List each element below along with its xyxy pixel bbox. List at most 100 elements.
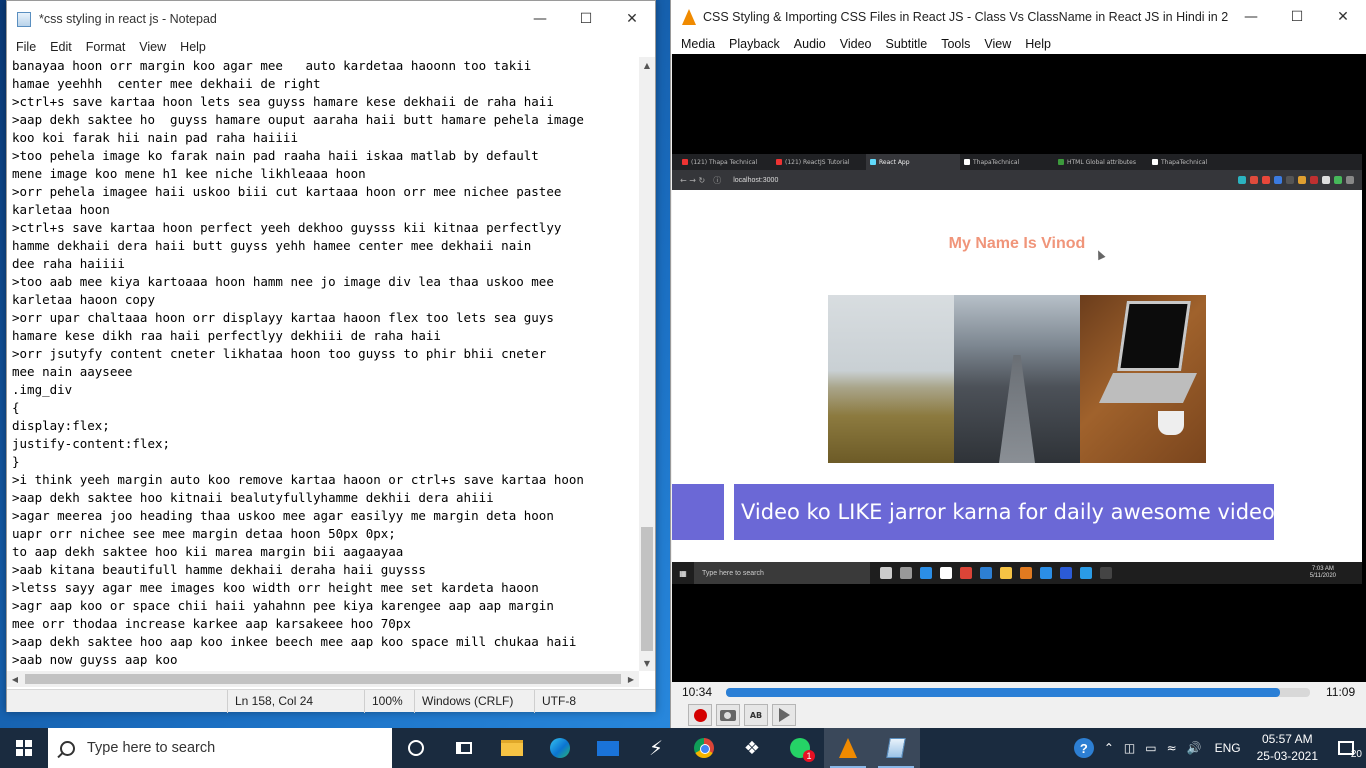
menu-view[interactable]: View <box>132 40 173 54</box>
text-line: hamme dekhaii dera haii butt guyss yehh … <box>12 238 532 253</box>
vlc-menu-tools[interactable]: Tools <box>934 37 977 51</box>
notepad-titlebar[interactable]: *css styling in react js - Notepad — ☐ ✕ <box>7 1 655 37</box>
loop-ab-button[interactable]: AB <box>744 704 768 726</box>
video-tab: HTML Global attributes <box>1054 154 1148 170</box>
text-line: >i think yeeh margin auto koo remove kar… <box>12 472 584 487</box>
text-line: >orr upar chaltaaa hoon orr displayy kar… <box>12 310 554 325</box>
chrome-icon <box>694 738 714 758</box>
laptop-image <box>1080 295 1206 463</box>
notepad-statusbar: Ln 158, Col 24 100% Windows (CRLF) UTF-8 <box>7 689 655 713</box>
windows-logo-icon <box>16 740 32 756</box>
video-surface[interactable]: (121) Thapa Technical (121) ReactJS Tuto… <box>672 54 1366 682</box>
coffee-cup <box>1158 411 1184 435</box>
snapshot-button[interactable] <box>716 704 740 726</box>
text-line: display:flex; <box>12 418 110 433</box>
video-tab: ThapaTechnical <box>1148 154 1242 170</box>
vlc-menu-audio[interactable]: Audio <box>787 37 833 51</box>
vlc-titlebar[interactable]: CSS Styling & Importing CSS Files in Rea… <box>671 0 1366 34</box>
video-tab-label: (121) Thapa Technical <box>691 158 758 166</box>
vlc-menu-help[interactable]: Help <box>1018 37 1058 51</box>
video-tab-label: HTML Global attributes <box>1067 158 1136 166</box>
taskbar-clock[interactable]: 05:57 AM 25-03-2021 <box>1249 731 1326 765</box>
status-zoom: 100% <box>364 689 414 713</box>
scroll-down-icon[interactable]: ▼ <box>639 655 655 671</box>
task-view-button[interactable] <box>440 728 488 768</box>
vlc-menu-view[interactable]: View <box>977 37 1018 51</box>
seek-bar[interactable] <box>726 687 1310 697</box>
horizontal-scrollbar[interactable]: ◀ ▶ <box>7 671 639 687</box>
edge-button[interactable] <box>536 728 584 768</box>
scroll-left-icon[interactable]: ◀ <box>7 675 23 684</box>
cortana-button[interactable] <box>392 728 440 768</box>
record-icon <box>693 708 707 722</box>
notepad-taskbar-button[interactable] <box>872 728 920 768</box>
menu-format[interactable]: Format <box>79 40 133 54</box>
meet-now-button[interactable]: ◫ <box>1119 728 1140 768</box>
network-button[interactable]: ≈ <box>1162 728 1182 768</box>
winamp-button[interactable]: ⚡ <box>632 728 680 768</box>
vlc-taskbar-button[interactable] <box>824 728 872 768</box>
vlc-controls: AB <box>672 702 1366 728</box>
hscroll-thumb[interactable] <box>25 674 621 684</box>
scroll-right-icon[interactable]: ▶ <box>623 675 639 684</box>
show-hidden-icons-button[interactable]: ⌃ <box>1099 728 1119 768</box>
battery-button[interactable]: ▭ <box>1140 728 1161 768</box>
close-button[interactable]: ✕ <box>609 1 655 37</box>
language-indicator[interactable]: ENG <box>1207 741 1249 755</box>
page-icon <box>1152 159 1158 165</box>
dropbox-button[interactable]: ❖ <box>728 728 776 768</box>
volume-button[interactable]: 🔊 <box>1182 728 1207 768</box>
vertical-scrollbar[interactable]: ▲ ▼ <box>639 57 655 671</box>
record-button[interactable] <box>688 704 712 726</box>
video-tab: ThapaTechnical <box>960 154 1054 170</box>
vlc-maximize-button[interactable]: ☐ <box>1274 0 1320 35</box>
mail-icon <box>597 740 619 756</box>
menu-edit[interactable]: Edit <box>43 40 79 54</box>
minimize-button[interactable]: — <box>517 1 563 37</box>
seek-bar-fill <box>726 687 1280 697</box>
maximize-button[interactable]: ☐ <box>563 1 609 37</box>
vlc-seekbar-row: 10:34 11:09 <box>672 682 1366 702</box>
video-clock-time: 7:03 AM <box>1311 566 1334 572</box>
youtube-icon <box>682 159 688 165</box>
taskbar-search-placeholder: Type here to search <box>87 740 216 756</box>
vlc-menu-video[interactable]: Video <box>833 37 879 51</box>
battery-icon: ▭ <box>1145 741 1157 755</box>
vlc-icon <box>839 738 857 758</box>
help-tray-button[interactable]: ? <box>1069 728 1099 768</box>
vlc-minimize-button[interactable]: — <box>1228 0 1274 35</box>
taskbar-search-box[interactable]: Type here to search <box>48 728 392 768</box>
whatsapp-button[interactable]: 1 <box>776 728 824 768</box>
action-center-button[interactable]: 20 <box>1326 728 1366 768</box>
notepad-editor: banayaa hoon orr margin koo agar mee aut… <box>7 57 655 671</box>
text-line: karletaa haoon copy <box>12 292 155 307</box>
text-line: >agar meerea joo heading thaa uskoo mee … <box>12 508 554 523</box>
vlc-menu-subtitle[interactable]: Subtitle <box>879 37 935 51</box>
menu-file[interactable]: File <box>9 40 43 54</box>
text-line: >letss sayy agar mee images koo width or… <box>12 580 539 595</box>
like-banner: Video ko LIKE jarror karna for daily awe… <box>734 484 1275 540</box>
page-icon <box>964 159 970 165</box>
menu-help[interactable]: Help <box>173 40 213 54</box>
mail-button[interactable] <box>584 728 632 768</box>
beach-image <box>828 295 954 463</box>
taskbar-apps: ⚡ ❖ 1 <box>392 728 920 768</box>
video-react-page: My Name Is Vinod Video ko LIKE jarror ka… <box>672 190 1362 562</box>
chrome-button[interactable] <box>680 728 728 768</box>
edge-icon <box>550 738 570 758</box>
video-taskbar-icons <box>880 567 1112 579</box>
video-clock-date: 5/11/2020 <box>1309 573 1336 579</box>
vlc-menu-playback[interactable]: Playback <box>722 37 787 51</box>
vlc-close-button[interactable]: ✕ <box>1320 0 1366 35</box>
frame-step-button[interactable] <box>772 704 796 726</box>
vlc-menu-media[interactable]: Media <box>674 37 722 51</box>
video-page-heading: My Name Is Vinod <box>948 235 1086 252</box>
cortana-icon <box>408 740 424 756</box>
text-area[interactable]: banayaa hoon orr margin koo agar mee aut… <box>7 57 639 671</box>
youtube-icon <box>776 159 782 165</box>
scroll-thumb[interactable] <box>641 527 653 651</box>
file-explorer-button[interactable] <box>488 728 536 768</box>
clock-date: 25-03-2021 <box>1256 749 1318 763</box>
scroll-up-icon[interactable]: ▲ <box>639 57 655 73</box>
start-button[interactable] <box>0 728 48 768</box>
